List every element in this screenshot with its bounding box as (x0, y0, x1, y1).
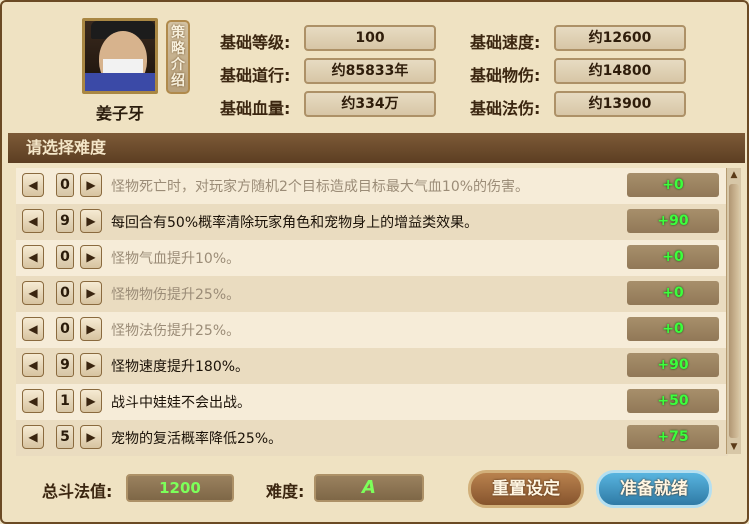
difficulty-row: ◀ 0 ▶ 怪物死亡时，对玩家方随机2个目标造成目标最大气血10%的伤害。 +0 (16, 168, 728, 204)
scroll-thumb[interactable] (729, 184, 739, 438)
strategy-char: 策 (171, 25, 185, 41)
difficulty-row: ◀ 9 ▶ 每回合有50%概率清除玩家角色和宠物身上的增益类效果。 +90 (16, 204, 728, 240)
character-portrait (82, 18, 158, 94)
right-arrow-icon: ▶ (86, 430, 96, 444)
strategy-char: 略 (171, 41, 185, 57)
decrease-button[interactable]: ◀ (22, 173, 44, 197)
difficulty-description: 每回合有50%概率清除玩家角色和宠物身上的增益类效果。 (111, 215, 479, 231)
difficulty-window: 策 略 介 绍 姜子牙 基础等级: 100 基础道行: 约85833年 基础血量… (0, 0, 749, 524)
difficulty-row: ◀ 1 ▶ 战斗中娃娃不会出战。 +50 (16, 384, 728, 420)
difficulty-row: ◀ 9 ▶ 怪物速度提升180%。 +90 (16, 348, 728, 384)
right-arrow-icon: ▶ (86, 214, 96, 228)
increase-button[interactable]: ▶ (80, 209, 102, 233)
increase-button[interactable]: ▶ (80, 173, 102, 197)
stat-value-hp: 约334万 (304, 91, 436, 117)
difficulty-description: 怪物物伤提升25%。 (111, 287, 241, 303)
difficulty-bonus: +50 (627, 389, 719, 413)
total-power-label: 总斗法值: (42, 482, 113, 501)
decrease-button[interactable]: ◀ (22, 281, 44, 305)
difficulty-row: ◀ 5 ▶ 宠物的复活概率降低25%。 +75 (16, 420, 728, 456)
decrease-button[interactable]: ◀ (22, 389, 44, 413)
stat-label-hp: 基础血量: (220, 99, 291, 118)
stat-label-speed: 基础速度: (470, 33, 541, 52)
difficulty-bonus: +0 (627, 245, 719, 269)
difficulty-scrollbar[interactable]: ▲ ▼ (726, 168, 741, 454)
left-arrow-icon: ◀ (28, 286, 38, 300)
difficulty-bonus: +75 (627, 425, 719, 449)
right-arrow-icon: ▶ (86, 358, 96, 372)
difficulty-bonus: +90 (627, 353, 719, 377)
difficulty-row: ◀ 0 ▶ 怪物法伤提升25%。 +0 (16, 312, 728, 348)
right-arrow-icon: ▶ (86, 250, 96, 264)
stat-value-level: 100 (304, 25, 436, 51)
reset-settings-button[interactable]: 重置设定 (468, 470, 584, 508)
difficulty-level: 9 (56, 209, 74, 233)
left-arrow-icon: ◀ (28, 430, 38, 444)
difficulty-level: 0 (56, 173, 74, 197)
decrease-button[interactable]: ◀ (22, 317, 44, 341)
difficulty-title-bar: 请选择难度 (8, 133, 745, 163)
difficulty-description: 怪物死亡时，对玩家方随机2个目标造成目标最大气血10%的伤害。 (111, 179, 530, 195)
right-arrow-icon: ▶ (86, 394, 96, 408)
stat-label-magic-dmg: 基础法伤: (470, 99, 541, 118)
right-arrow-icon: ▶ (86, 286, 96, 300)
difficulty-bonus: +0 (627, 317, 719, 341)
left-arrow-icon: ◀ (28, 178, 38, 192)
difficulty-level: 0 (56, 281, 74, 305)
difficulty-grade-value: A (314, 474, 424, 502)
increase-button[interactable]: ▶ (80, 317, 102, 341)
decrease-button[interactable]: ◀ (22, 209, 44, 233)
difficulty-bonus: +90 (627, 209, 719, 233)
scroll-down-icon[interactable]: ▼ (727, 440, 741, 454)
stat-value-speed: 约12600 (554, 25, 686, 51)
character-name: 姜子牙 (95, 104, 144, 123)
difficulty-row: ◀ 0 ▶ 怪物物伤提升25%。 +0 (16, 276, 728, 312)
strategy-char: 介 (171, 57, 185, 73)
increase-button[interactable]: ▶ (80, 353, 102, 377)
left-arrow-icon: ◀ (28, 394, 38, 408)
right-arrow-icon: ▶ (86, 322, 96, 336)
difficulty-description: 宠物的复活概率降低25%。 (111, 431, 283, 447)
difficulty-description: 战斗中娃娃不会出战。 (111, 395, 251, 411)
difficulty-list: ◀ 0 ▶ 怪物死亡时，对玩家方随机2个目标造成目标最大气血10%的伤害。 +0… (16, 168, 728, 456)
left-arrow-icon: ◀ (28, 250, 38, 264)
difficulty-bonus: +0 (627, 281, 719, 305)
stat-value-phys-dmg: 约14800 (554, 58, 686, 84)
stat-value-daoxing: 约85833年 (304, 58, 436, 84)
increase-button[interactable]: ▶ (80, 281, 102, 305)
difficulty-level: 1 (56, 389, 74, 413)
left-arrow-icon: ◀ (28, 322, 38, 336)
difficulty-level: 0 (56, 245, 74, 269)
difficulty-description: 怪物法伤提升25%。 (111, 323, 241, 339)
difficulty-level: 9 (56, 353, 74, 377)
decrease-button[interactable]: ◀ (22, 353, 44, 377)
right-arrow-icon: ▶ (86, 178, 96, 192)
difficulty-description: 怪物速度提升180%。 (111, 359, 250, 375)
left-arrow-icon: ◀ (28, 214, 38, 228)
difficulty-grade-label: 难度: (266, 482, 305, 501)
increase-button[interactable]: ▶ (80, 425, 102, 449)
difficulty-level: 0 (56, 317, 74, 341)
ready-button[interactable]: 准备就绪 (596, 470, 712, 508)
difficulty-description: 怪物气血提升10%。 (111, 251, 241, 267)
increase-button[interactable]: ▶ (80, 389, 102, 413)
scroll-up-icon[interactable]: ▲ (727, 168, 741, 182)
stat-label-level: 基础等级: (220, 33, 291, 52)
total-power-value: 1200 (126, 474, 234, 502)
decrease-button[interactable]: ◀ (22, 245, 44, 269)
decrease-button[interactable]: ◀ (22, 425, 44, 449)
stat-label-phys-dmg: 基础物伤: (470, 66, 541, 85)
increase-button[interactable]: ▶ (80, 245, 102, 269)
difficulty-bonus: +0 (627, 173, 719, 197)
difficulty-level: 5 (56, 425, 74, 449)
strategy-char: 绍 (171, 73, 185, 89)
difficulty-row: ◀ 0 ▶ 怪物气血提升10%。 +0 (16, 240, 728, 276)
left-arrow-icon: ◀ (28, 358, 38, 372)
stat-value-magic-dmg: 约13900 (554, 91, 686, 117)
strategy-intro-button[interactable]: 策 略 介 绍 (166, 20, 190, 94)
stat-label-daoxing: 基础道行: (220, 66, 291, 85)
